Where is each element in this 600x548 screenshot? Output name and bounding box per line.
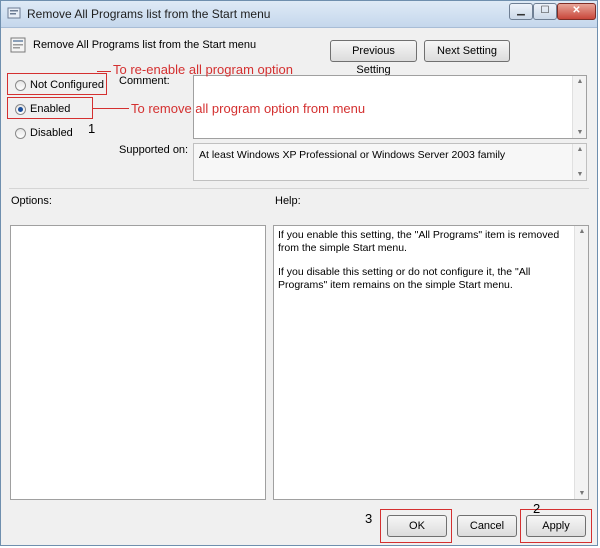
policy-dialog-window: Remove All Programs list from the Start …: [0, 0, 598, 546]
comment-scrollbar[interactable]: ▲ ▼: [572, 76, 586, 138]
help-text: If you enable this setting, the "All Pro…: [278, 229, 570, 291]
scroll-up-arrow-icon[interactable]: ▲: [575, 228, 589, 235]
cancel-button[interactable]: Cancel: [457, 515, 517, 537]
supported-scrollbar[interactable]: ▲ ▼: [572, 144, 586, 180]
remove-annotation: To remove all program option from menu: [131, 101, 366, 116]
scroll-up-arrow-icon[interactable]: ▲: [573, 146, 587, 153]
disabled-option[interactable]: Disabled: [15, 126, 73, 140]
previous-setting-button[interactable]: Previous Setting: [330, 40, 417, 76]
help-spacer: [278, 254, 570, 266]
remove-pointer-line: [93, 108, 129, 109]
close-icon: ✕: [572, 5, 581, 16]
scroll-down-arrow-icon[interactable]: ▼: [573, 171, 587, 178]
reenable-pointer-line: [97, 71, 111, 72]
disabled-label: Disabled: [30, 127, 73, 139]
help-scrollbar[interactable]: ▲ ▼: [574, 226, 588, 499]
minimize-icon: ▁: [517, 5, 525, 16]
help-paragraph-2: If you disable this setting or do not co…: [278, 266, 531, 291]
title-bar[interactable]: Remove All Programs list from the Start …: [1, 1, 597, 28]
enabled-highlight: [7, 97, 93, 119]
help-panel: If you enable this setting, the "All Pro…: [273, 225, 589, 500]
step-1-marker: 1: [88, 121, 96, 136]
minimize-button[interactable]: ▁: [509, 3, 533, 20]
scroll-down-arrow-icon[interactable]: ▼: [573, 129, 587, 136]
help-paragraph-1: If you enable this setting, the "All Pro…: [278, 229, 560, 254]
window-title: Remove All Programs list from the Start …: [27, 7, 271, 21]
policy-app-icon: [7, 7, 21, 19]
help-label: Help:: [275, 195, 301, 207]
close-button[interactable]: ✕: [557, 3, 596, 20]
reenable-annotation: To re-enable all program option: [113, 62, 293, 77]
supported-on-label: Supported on:: [119, 144, 189, 156]
scroll-down-arrow-icon[interactable]: ▼: [575, 490, 589, 497]
supported-on-value: At least Windows XP Professional or Wind…: [199, 149, 506, 161]
disabled-radio[interactable]: [15, 127, 26, 139]
scroll-up-arrow-icon[interactable]: ▲: [573, 78, 587, 85]
step-3-marker: 3: [365, 511, 373, 526]
maximize-icon: ☐: [540, 5, 550, 16]
next-setting-button[interactable]: Next Setting: [424, 40, 510, 62]
options-label: Options:: [11, 195, 52, 207]
not-configured-highlight: [7, 73, 107, 95]
step-2-marker: 2: [533, 501, 541, 516]
policy-setting-icon: [10, 37, 26, 53]
maximize-button[interactable]: ☐: [533, 3, 557, 20]
ok-highlight: [380, 509, 452, 543]
apply-highlight: [520, 509, 592, 543]
options-panel: [10, 225, 266, 500]
supported-on-field: At least Windows XP Professional or Wind…: [193, 143, 587, 181]
setting-name: Remove All Programs list from the Start …: [33, 39, 257, 51]
section-divider: [9, 188, 589, 189]
